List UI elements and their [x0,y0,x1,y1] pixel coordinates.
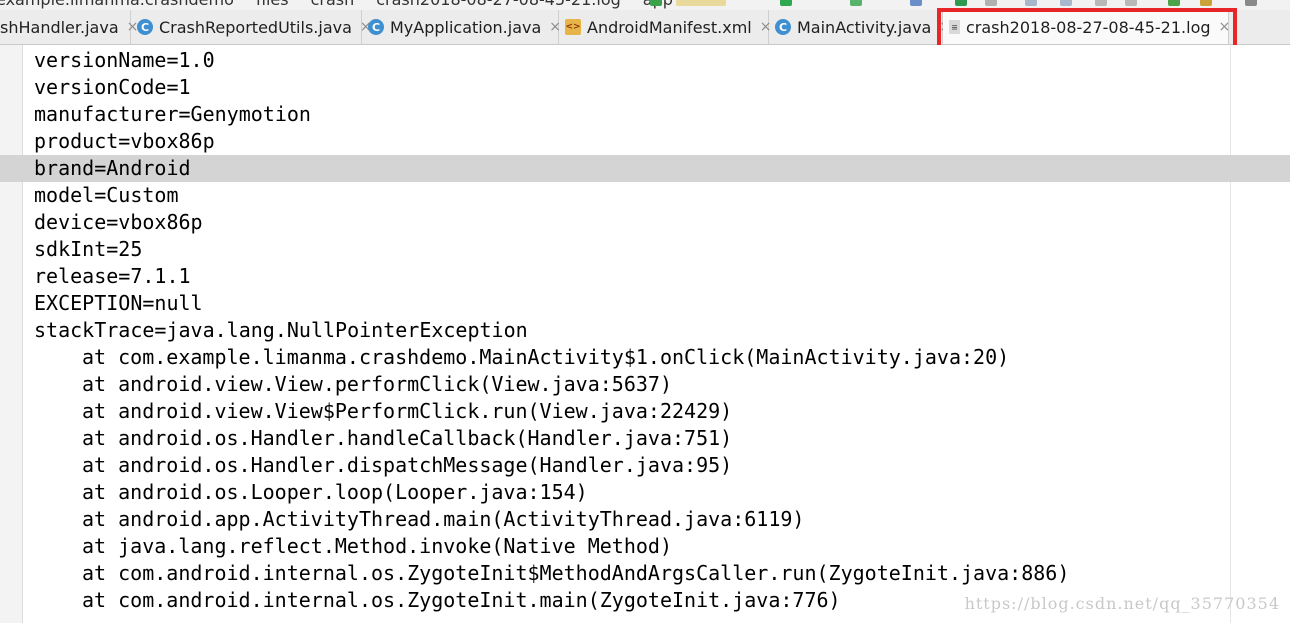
java-class-icon: C [368,19,384,35]
sdk-icon[interactable] [1095,0,1107,6]
code-editor[interactable]: versionName=1.0 versionCode=1 manufacturer… [0,45,1290,623]
breadcrumb-item[interactable]: files [256,0,289,9]
code-line[interactable]: brand=Android [0,155,1290,182]
tab-label: crash2018-08-27-08-45-21.log [966,17,1211,37]
code-line[interactable]: product=vbox86p [0,128,1290,155]
profile-icon[interactable] [910,0,922,6]
code-line[interactable]: at com.example.limanma.crashdemo.MainAct… [0,344,1290,371]
code-line[interactable]: at android.app.ActivityThread.main(Activ… [0,506,1290,533]
stop-icon[interactable] [985,0,997,6]
help-icon[interactable] [1245,0,1257,6]
code-line[interactable]: versionName=1.0 [0,47,1290,74]
structure-icon[interactable] [1125,0,1137,6]
code-line[interactable]: stackTrace=java.lang.NullPointerExceptio… [0,317,1290,344]
breadcrumb-item[interactable]: crash2018-08-27-08-45-21.log [376,0,621,9]
code-line[interactable]: device=vbox86p [0,209,1290,236]
run-config-selector[interactable] [676,0,726,6]
code-line[interactable]: versionCode=1 [0,74,1290,101]
code-line[interactable]: EXCEPTION=null [0,290,1290,317]
tab-label: CrashReportedUtils.java [159,17,352,37]
avd-icon[interactable] [1060,0,1072,6]
attach-icon[interactable] [955,0,967,6]
code-line[interactable]: at java.lang.reflect.Method.invoke(Nativ… [0,533,1290,560]
device-monitor-icon[interactable] [1200,0,1212,6]
debug-icon[interactable] [850,0,862,6]
code-line[interactable]: at android.os.Handler.handleCallback(Han… [0,425,1290,452]
tab-label: AndroidManifest.xml [587,17,752,37]
android-icon[interactable] [1168,0,1180,6]
tab-label: MainActivity.java [797,17,932,37]
editor-tab[interactable]: ≡ crash2018-08-27-08-45-21.log × [943,10,1231,44]
code-line[interactable]: release=7.1.1 [0,263,1290,290]
watermark: https://blog.csdn.net/qq_35770354 [964,594,1280,613]
code-line[interactable]: at android.view.View$PerformClick.run(Vi… [0,398,1290,425]
editor-tab-bar: shHandler.java × C CrashReportedUtils.java ×… [0,10,1290,45]
breadcrumb-item[interactable]: example.limanma.crashdemo [0,0,234,9]
editor-tab[interactable]: C CrashReportedUtils.java × [131,10,372,44]
editor-tab[interactable]: <> AndroidManifest.xml × [559,10,771,44]
editor-tab[interactable]: shHandler.java × [0,10,138,44]
tab-label: shHandler.java [0,17,119,37]
close-tab-icon[interactable]: × [1219,19,1231,35]
tab-label: MyApplication.java [390,17,542,37]
editor-lines: versionName=1.0 versionCode=1 manufacturer… [0,47,1290,614]
run-icon[interactable] [780,0,792,6]
back-arrow-icon[interactable] [650,0,662,6]
code-line[interactable]: at android.view.View.performClick(View.j… [0,371,1290,398]
code-line[interactable]: at android.os.Handler.dispatchMessage(Ha… [0,452,1290,479]
editor-tab[interactable]: CMainActivity.java× [769,10,951,44]
breadcrumb-items: example.limanma.crashdemo files crash crash… [0,0,695,9]
code-line[interactable]: at android.os.Looper.loop(Looper.java:15… [0,479,1290,506]
code-line[interactable]: manufacturer=Genymotion [0,101,1290,128]
code-line[interactable]: sdkInt=25 [0,236,1290,263]
editor-tab[interactable]: C MyApplication.java × [362,10,561,44]
text-file-icon: ≡ [949,20,960,34]
java-class-icon: C [137,19,153,35]
java-class-icon: C [775,19,791,35]
breadcrumb: example.limanma.crashdemo files crash crash… [0,0,1290,10]
breadcrumb-item[interactable]: crash [311,0,355,9]
code-line[interactable]: model=Custom [0,182,1290,209]
sync-icon[interactable] [1025,0,1037,6]
code-line[interactable]: at com.android.internal.os.ZygoteInit$Me… [0,560,1290,587]
xml-file-icon: <> [565,19,581,35]
